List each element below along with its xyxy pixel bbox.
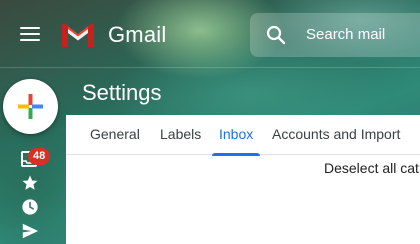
settings-panel: General Labels Inbox Accounts and Import…	[66, 115, 420, 244]
page-title: Settings	[82, 80, 162, 105]
plus-icon	[18, 94, 43, 119]
tab-general[interactable]: General	[90, 115, 140, 155]
clock-icon[interactable]	[21, 198, 39, 216]
tab-accounts-and-import[interactable]: Accounts and Import	[272, 115, 400, 155]
star-icon[interactable]	[21, 174, 39, 192]
tab-inbox[interactable]: Inbox	[211, 115, 261, 156]
send-icon[interactable]	[21, 222, 39, 240]
app-name: Gmail	[108, 22, 167, 47]
gmail-logo-icon[interactable]	[60, 22, 96, 49]
settings-tabs: General Labels Inbox Accounts and Import	[66, 115, 420, 156]
search-icon[interactable]	[266, 25, 286, 45]
compose-button[interactable]	[3, 79, 58, 134]
top-bar: Gmail Search mail	[0, 0, 420, 68]
search-bar[interactable]: Search mail	[250, 13, 420, 57]
search-input[interactable]: Search mail	[306, 26, 385, 43]
hamburger-menu-icon[interactable]	[20, 27, 40, 41]
header-divider	[0, 67, 420, 68]
unread-count-badge: 48	[28, 148, 51, 165]
deselect-all-categories-link[interactable]: Deselect all cat	[324, 160, 419, 176]
tab-labels[interactable]: Labels	[160, 115, 201, 155]
